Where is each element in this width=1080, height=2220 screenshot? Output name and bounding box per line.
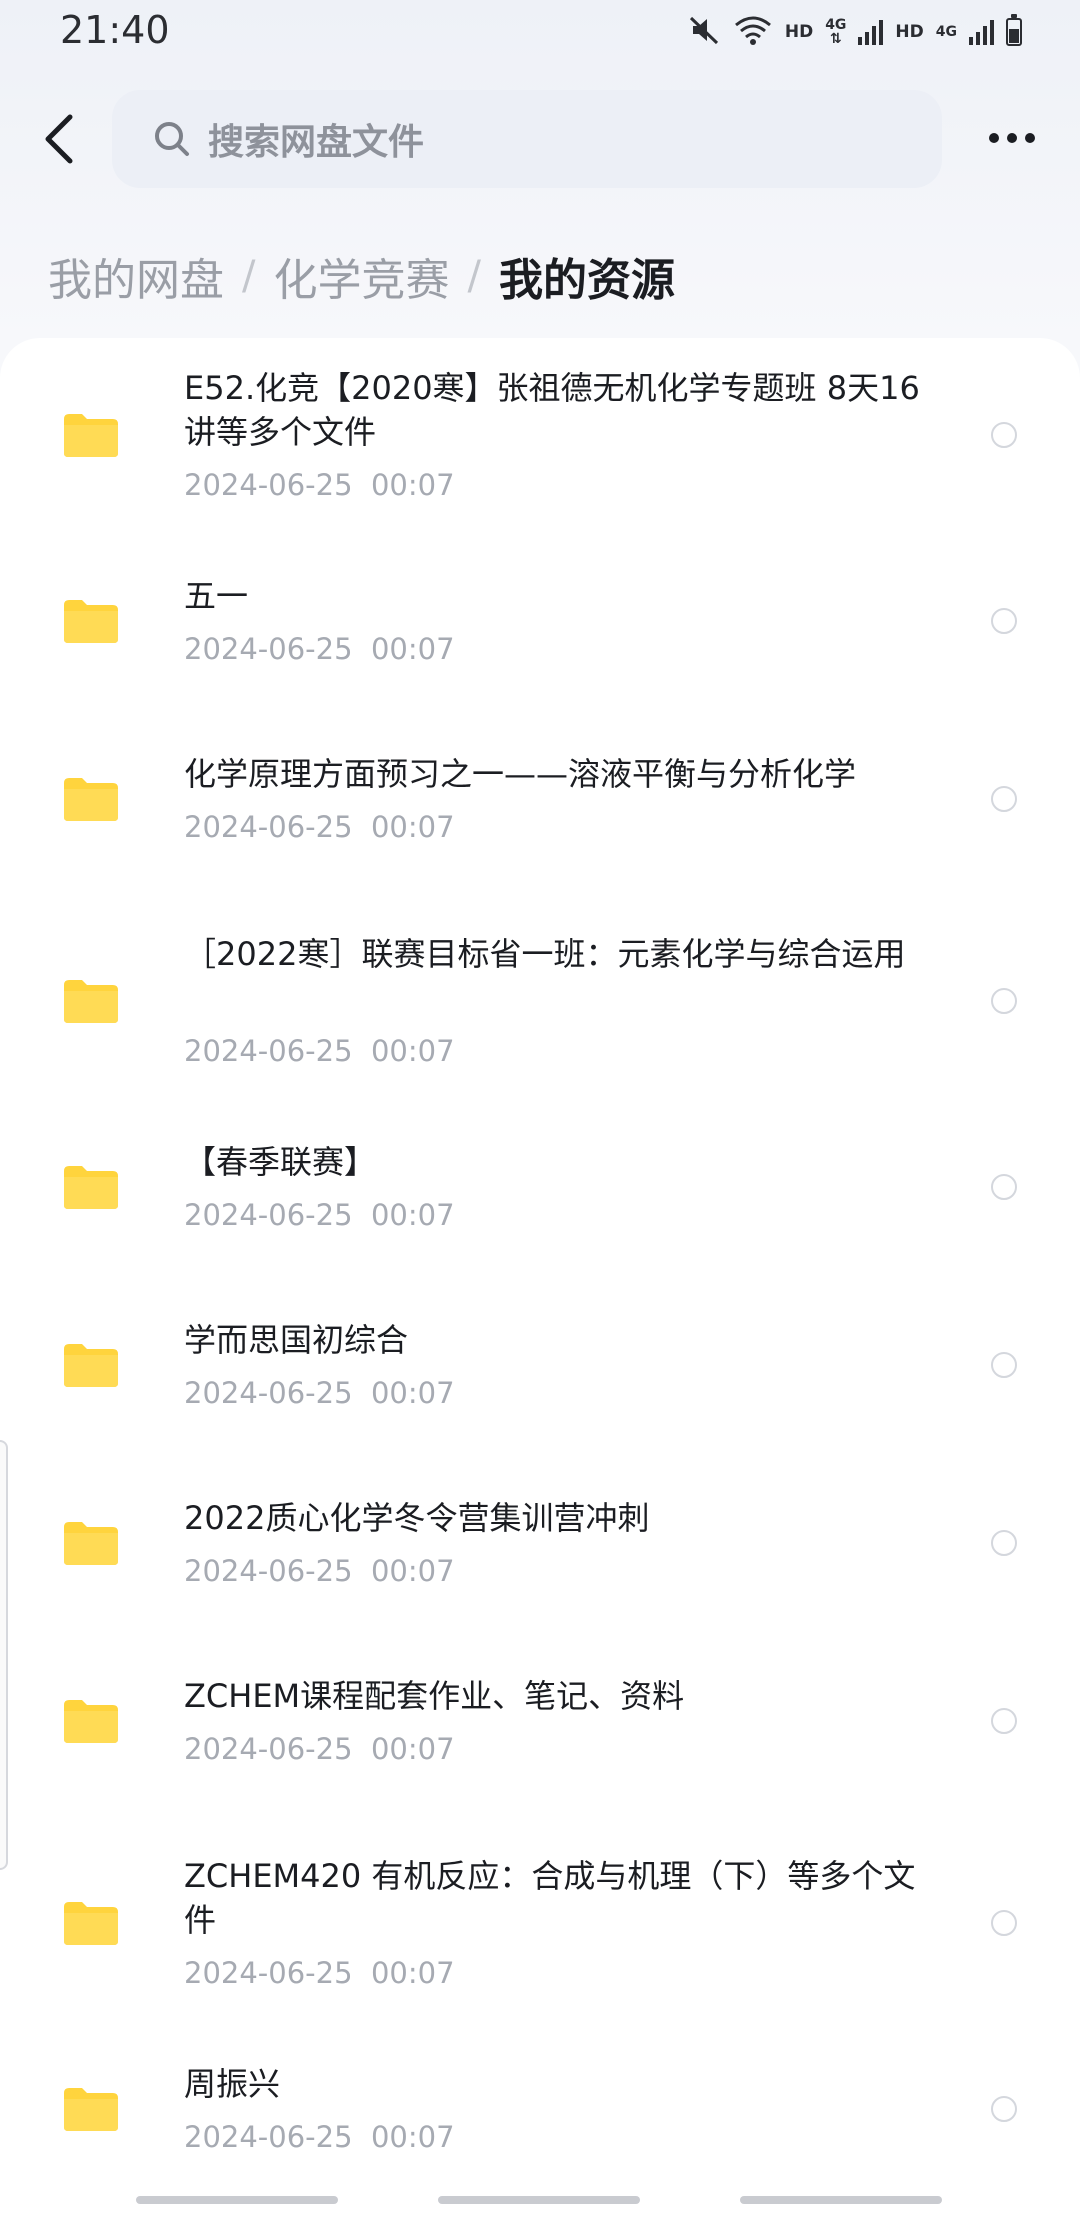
file-name: E52.化竞【2020寒】张祖德无机化学专题班 8天16讲等多个文件 — [184, 369, 920, 451]
nav-handle-left[interactable] — [136, 2196, 338, 2204]
network-4g-label-1: 4G — [825, 17, 847, 33]
network-4g-1: 4G ⇅ — [825, 18, 846, 46]
breadcrumb-separator: / — [242, 253, 256, 299]
file-date: 2024-06-25 00:07 — [184, 468, 455, 502]
back-button[interactable] — [28, 104, 92, 174]
more-dot — [1025, 133, 1035, 143]
wifi-icon — [733, 13, 773, 51]
select-checkbox[interactable] — [991, 608, 1017, 634]
select-checkbox[interactable] — [991, 2096, 1017, 2122]
breadcrumb-separator: / — [467, 253, 481, 299]
more-dots-icon — [989, 133, 999, 143]
signal-icon-2 — [969, 19, 994, 45]
file-date: 2024-06-25 00:07 — [184, 1034, 455, 1068]
nav-handle-center[interactable] — [438, 2196, 640, 2204]
folder-icon — [64, 1700, 118, 1743]
select-checkbox[interactable] — [991, 422, 1017, 448]
folder-icon — [64, 778, 118, 821]
status-time: 21:40 — [60, 8, 170, 52]
signal-icon — [858, 19, 884, 45]
data-arrows-icon: ⇅ — [829, 31, 842, 47]
file-date: 2024-06-25 00:07 — [184, 1732, 455, 1766]
file-date: 2024-06-25 00:07 — [184, 1376, 455, 1410]
file-date: 2024-06-25 00:07 — [184, 1956, 455, 1990]
file-name: ZCHEM课程配套作业、笔记、资料 — [184, 1677, 685, 1715]
search-placeholder: 搜索网盘文件 — [208, 122, 425, 163]
folder-icon — [64, 1166, 118, 1209]
search-icon — [152, 119, 192, 159]
select-checkbox[interactable] — [991, 786, 1017, 812]
file-name: 【春季联赛】 — [184, 1143, 377, 1181]
file-name: ZCHEM420 有机反应：合成与机理（下）等多个文件 — [184, 1857, 916, 1939]
edge-panel-handle[interactable] — [0, 1440, 8, 1870]
folder-icon — [64, 600, 118, 643]
breadcrumb-my-drive[interactable]: 我的网盘 — [48, 244, 224, 308]
file-date: 2024-06-25 00:07 — [184, 810, 455, 844]
breadcrumb-my-resources: 我的资源 — [498, 255, 675, 306]
select-checkbox[interactable] — [991, 988, 1017, 1014]
file-name: 化学原理方面预习之一——溶液平衡与分析化学 — [184, 755, 857, 793]
file-name: 五一 — [184, 577, 249, 615]
folder-icon — [64, 980, 118, 1023]
file-name: 周振兴 — [184, 2065, 281, 2103]
file-date: 2024-06-25 00:07 — [184, 1554, 455, 1588]
file-name: 学而思国初综合 — [184, 1321, 409, 1359]
select-checkbox[interactable] — [991, 1910, 1017, 1936]
folder-icon — [64, 1902, 118, 1945]
status-icons: HD 4G ⇅ HD 4G — [687, 12, 1022, 52]
folder-icon — [64, 414, 118, 457]
mute-icon — [687, 13, 721, 51]
battery-icon — [1006, 14, 1022, 46]
hd-label-1: HD — [784, 22, 814, 42]
breadcrumb: 我的网盘 / 化学竞赛 / 我的资源 — [48, 244, 675, 308]
network-4g-label-2: 4G — [935, 24, 957, 40]
more-dot — [1007, 133, 1017, 143]
file-date: 2024-06-25 00:07 — [184, 2120, 455, 2154]
more-options-button[interactable] — [976, 112, 1048, 164]
folder-icon — [64, 1522, 118, 1565]
breadcrumb-chemistry-competition[interactable]: 化学竞赛 — [273, 244, 449, 308]
network-4g-2: 4G — [936, 25, 957, 39]
file-list: E52.化竞【2020寒】张祖德无机化学专题班 8天16讲等多个文件 2024-0… — [0, 338, 1080, 2220]
select-checkbox[interactable] — [991, 1174, 1017, 1200]
select-checkbox[interactable] — [991, 1708, 1017, 1734]
file-date: 2024-06-25 00:07 — [184, 1198, 455, 1232]
nav-handle-right[interactable] — [740, 2196, 942, 2204]
search-input[interactable]: 搜索网盘文件 — [112, 90, 942, 188]
file-name: 2022质心化学冬令营集训营冲刺 — [184, 1499, 650, 1537]
folder-icon — [64, 2088, 118, 2131]
status-bar: 21:40 HD 4G ⇅ HD 4G — [0, 0, 1080, 64]
file-name: ［2022寒］联赛目标省一班：元素化学与综合运用 — [184, 935, 906, 973]
hd-label-2: HD — [895, 22, 924, 42]
select-checkbox[interactable] — [991, 1530, 1017, 1556]
file-date: 2024-06-25 00:07 — [184, 632, 455, 666]
back-arrow-icon — [45, 114, 73, 164]
select-checkbox[interactable] — [991, 1352, 1017, 1378]
folder-icon — [64, 1344, 118, 1387]
